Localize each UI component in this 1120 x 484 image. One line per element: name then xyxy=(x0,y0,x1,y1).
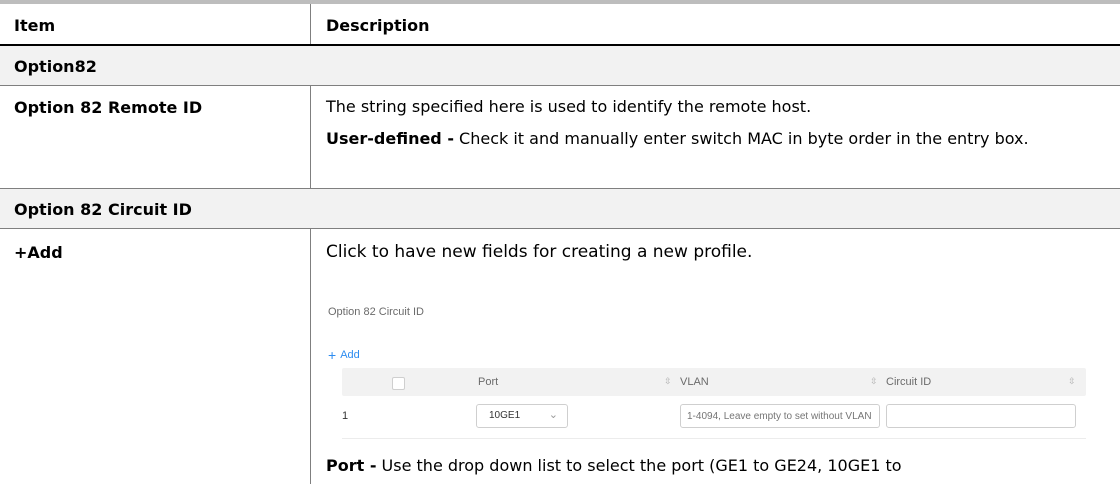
circuit-id-input-box xyxy=(886,404,1076,428)
sort-icon[interactable]: ⇳ xyxy=(870,376,878,387)
add-button[interactable]: + Add xyxy=(328,346,360,363)
section-title: Option 82 Circuit ID xyxy=(14,200,192,219)
column-divider xyxy=(310,229,311,484)
row-index: 1 xyxy=(342,410,349,422)
description-text: User-defined - Check it and manually ent… xyxy=(326,128,1086,150)
term-label: User-defined - xyxy=(326,129,454,148)
add-label: Add xyxy=(340,349,360,361)
column-circuit-id: Circuit ID xyxy=(886,376,932,388)
sort-icon[interactable]: ⇳ xyxy=(664,376,672,387)
description-text: Port - Use the drop down list to select … xyxy=(326,455,1086,477)
table-row: Option 82 Remote ID The string specified… xyxy=(0,86,1120,189)
column-divider xyxy=(310,86,311,189)
vlan-input-box xyxy=(680,404,880,428)
sort-icon[interactable]: ⇳ xyxy=(1068,376,1076,387)
plus-icon: + xyxy=(328,346,337,363)
item-label: Option 82 Remote ID xyxy=(14,98,203,117)
table-header: Item Description xyxy=(0,4,1120,46)
vlan-input[interactable] xyxy=(681,405,879,427)
port-select[interactable]: 10GE1 ⌄ xyxy=(476,404,568,428)
circuit-id-input[interactable] xyxy=(887,405,1075,427)
description-cell: Port - Use the drop down list to select … xyxy=(326,455,1086,477)
item-label: +Add xyxy=(14,243,63,262)
header-description: Description xyxy=(326,16,430,35)
section-circuit-id: Option 82 Circuit ID xyxy=(0,189,1120,229)
description-cell: Click to have new fields for creating a … xyxy=(326,241,1086,263)
circuit-table-row: 1 10GE1 ⌄ xyxy=(342,396,1086,439)
term-label: Port - xyxy=(326,456,377,475)
embedded-screenshot: Option 82 Circuit ID + Add Port ⇳ VLAN ⇳… xyxy=(326,306,1086,446)
chevron-down-icon: ⌄ xyxy=(548,409,558,421)
description-text: The string specified here is used to ide… xyxy=(326,97,812,116)
column-port: Port xyxy=(478,376,499,388)
section-title: Option82 xyxy=(14,57,97,76)
description-cell: The string specified here is used to ide… xyxy=(326,96,1086,150)
port-value: 10GE1 xyxy=(489,410,521,421)
term-text: Use the drop down list to select the por… xyxy=(376,456,902,475)
section-option82: Option82 xyxy=(0,46,1120,86)
description-text: Click to have new fields for creating a … xyxy=(326,242,753,262)
column-vlan: VLAN xyxy=(680,376,709,388)
select-all-checkbox[interactable] xyxy=(392,377,405,390)
header-item: Item xyxy=(14,16,56,35)
circuit-table-header: Port ⇳ VLAN ⇳ Circuit ID ⇳ xyxy=(342,368,1086,396)
screenshot-title: Option 82 Circuit ID xyxy=(328,306,424,318)
column-divider xyxy=(310,4,311,44)
term-text: Check it and manually enter switch MAC i… xyxy=(453,129,1029,148)
